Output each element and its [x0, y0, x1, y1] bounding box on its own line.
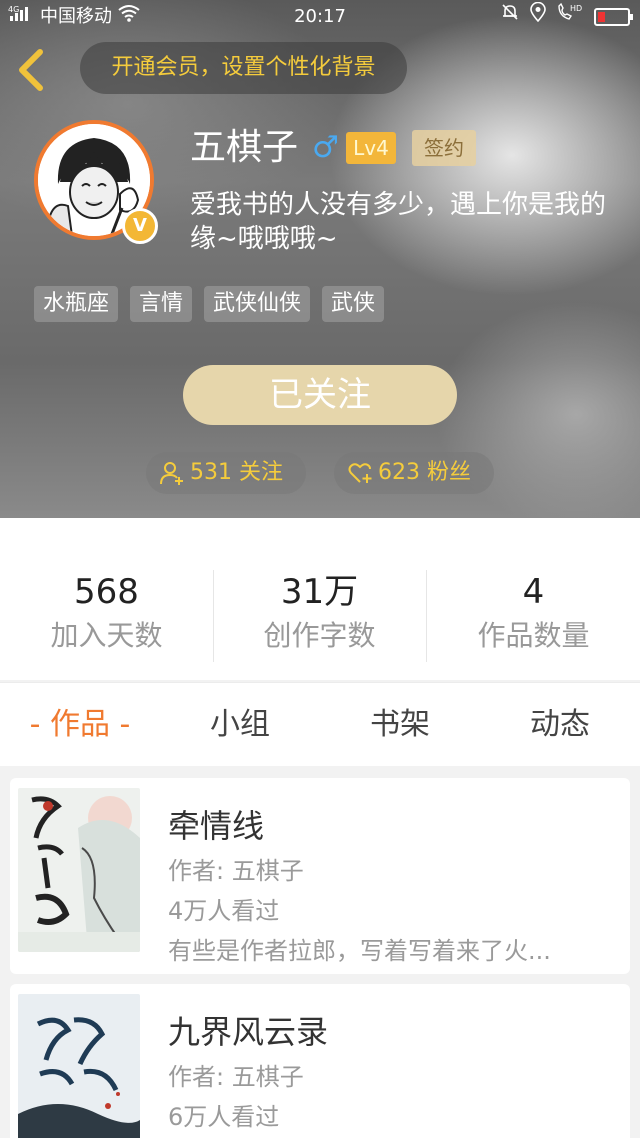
book-author: 作者: 五棋子 — [168, 1063, 304, 1091]
tab-activity[interactable]: 动态 — [480, 683, 640, 767]
tab-indicator-right: - — [110, 707, 131, 742]
tab-groups[interactable]: 小组 — [160, 683, 320, 767]
following-label: 531 关注 — [190, 460, 283, 485]
status-right: HD — [500, 0, 633, 34]
membership-banner-button[interactable]: 开通会员，设置个性化背景 — [80, 42, 407, 94]
stat-works: 4 作品数量 — [427, 570, 640, 656]
book-card[interactable]: 九界风云录 作者: 五棋子 6万人看过 — [10, 984, 630, 1138]
tag-list: 水瓶座 言情 武侠仙侠 武侠 — [34, 286, 385, 322]
user-add-icon — [160, 462, 183, 485]
book-cover — [18, 788, 140, 952]
followed-button[interactable]: 已关注 — [183, 365, 457, 425]
verified-badge: V — [122, 208, 158, 244]
stats-panel: 568 加入天数 31万 创作字数 4 作品数量 — [0, 518, 640, 680]
book-views: 4万人看过 — [168, 897, 280, 925]
book-list: 牵情线 作者: 五棋子 4万人看过 有些是作者拉郎，写着写着来了火... 九界风… — [0, 766, 640, 1138]
signed-badge: 签约 — [412, 130, 476, 166]
chevron-left-icon — [19, 49, 43, 91]
fans-label: 623 粉丝 — [378, 460, 471, 485]
hd-call-icon: HD — [556, 0, 584, 34]
book-description: 有些是作者拉郎，写着写着来了火... — [168, 937, 551, 965]
tag-item[interactable]: 言情 — [130, 286, 193, 322]
male-icon: ♂ — [312, 130, 339, 165]
following-count-button[interactable]: 531 关注 — [146, 452, 306, 494]
stat-value: 4 — [522, 572, 545, 612]
stat-value: 31万 — [280, 572, 359, 612]
book-views: 6万人看过 — [168, 1103, 280, 1131]
tag-item[interactable]: 武侠 — [322, 286, 385, 322]
stat-days: 568 加入天数 — [0, 570, 213, 656]
tab-works[interactable]: - 作品 - — [0, 683, 160, 767]
svg-text:HD: HD — [570, 4, 582, 13]
fans-count-button[interactable]: 623 粉丝 — [334, 452, 494, 494]
tab-bar: - 作品 - 小组 书架 动态 — [0, 682, 640, 766]
tag-item[interactable]: 水瓶座 — [34, 286, 119, 322]
status-bar: 4G 中国移动 20:17 HD — [0, 0, 640, 34]
back-button[interactable] — [16, 48, 52, 92]
book-card[interactable]: 牵情线 作者: 五棋子 4万人看过 有些是作者拉郎，写着写着来了火... — [10, 778, 630, 974]
book-title: 牵情线 — [168, 807, 265, 845]
author-name: 五棋子 — [190, 127, 299, 168]
stat-value: 568 — [74, 572, 139, 612]
stat-label: 创作字数 — [263, 619, 376, 652]
mute-bell-icon — [500, 0, 520, 34]
stat-words: 31万 创作字数 — [213, 570, 426, 656]
book-title: 九界风云录 — [168, 1013, 329, 1051]
book-author: 作者: 五棋子 — [168, 857, 304, 885]
author-motto: 爱我书的人没有多少，遇上你是我的缘~哦哦哦~ — [190, 190, 607, 254]
stat-label: 加入天数 — [50, 619, 163, 652]
tag-item[interactable]: 武侠仙侠 — [204, 286, 311, 322]
book-cover — [18, 994, 140, 1138]
stat-label: 作品数量 — [477, 619, 590, 652]
heart-add-icon — [348, 463, 372, 483]
tab-bookshelf[interactable]: 书架 — [320, 683, 480, 767]
avatar[interactable]: V — [34, 120, 158, 244]
location-icon — [530, 0, 546, 34]
level-badge: Lv4 — [346, 132, 396, 164]
profile-header: 4G 中国移动 20:17 HD 开通会员，设置个性化背景 V 五棋子 ♂ Lv… — [0, 0, 640, 518]
tab-indicator-left: - — [29, 707, 50, 742]
battery-icon — [594, 8, 633, 26]
tab-label: 作品 — [50, 707, 110, 742]
